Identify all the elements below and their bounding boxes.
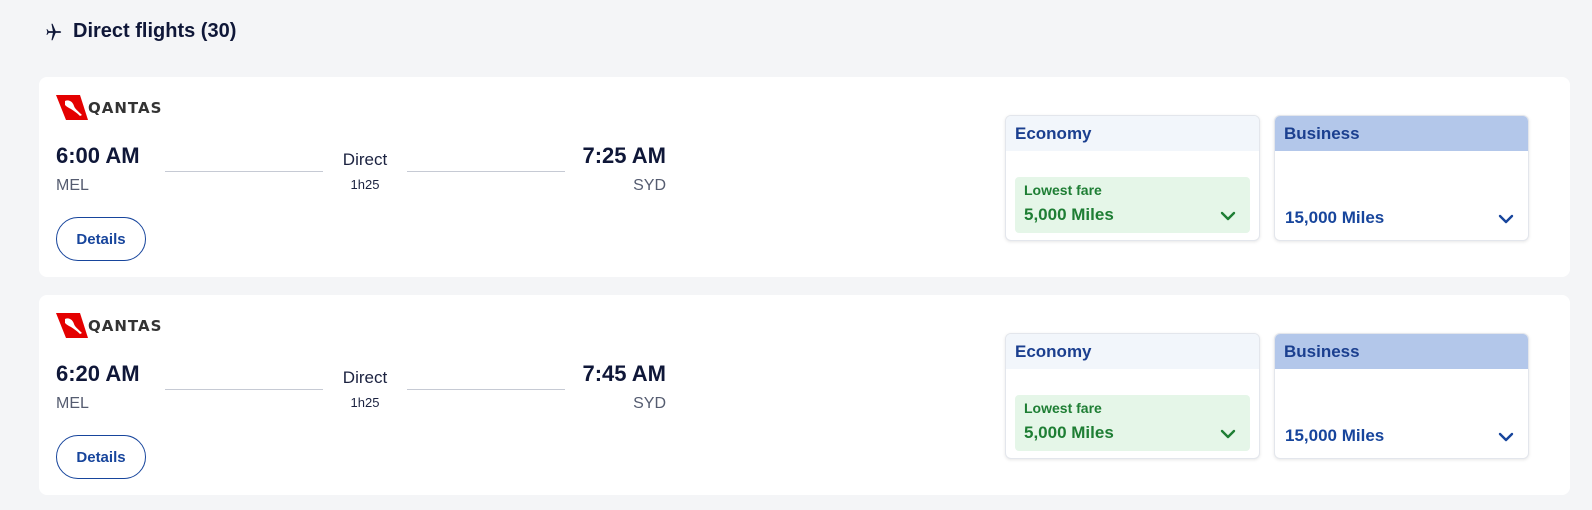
qantas-kangaroo-icon <box>56 313 88 338</box>
chevron-down-icon[interactable] <box>1220 426 1236 442</box>
fare-price: 5,000 Miles <box>1024 423 1114 442</box>
lowest-fare-box: Lowest fare 5,000 Miles <box>1015 177 1250 233</box>
fare-price: 15,000 Miles <box>1285 426 1385 445</box>
section-title: Direct flights (30) <box>73 20 237 42</box>
economy-fare-card[interactable]: Economy Lowest fare 5,000 Miles <box>1005 115 1260 241</box>
lowest-fare-box: Lowest fare 5,000 Miles <box>1015 395 1250 451</box>
flight-card: QANTAS 6:00 AM MEL Direct 1h25 7:25 AM S… <box>39 77 1570 277</box>
route-line <box>165 171 323 172</box>
business-fare-card[interactable]: Business 15,000 Miles <box>1274 115 1529 241</box>
economy-fare-card[interactable]: Economy Lowest fare 5,000 Miles <box>1005 333 1260 459</box>
fare-class-label: Business <box>1275 334 1528 369</box>
airline-name: QANTAS <box>88 98 163 117</box>
lowest-fare-badge: Lowest fare <box>1024 182 1102 198</box>
chevron-down-icon[interactable] <box>1498 211 1514 227</box>
lowest-fare-badge: Lowest fare <box>1024 400 1102 416</box>
arrive-airport: SYD <box>633 177 666 194</box>
fare-price: 15,000 Miles <box>1285 208 1385 227</box>
route-line <box>407 171 565 172</box>
chevron-down-icon[interactable] <box>1498 429 1514 445</box>
airline-logo: QANTAS <box>56 313 162 338</box>
fare-class-label: Economy <box>1006 334 1259 369</box>
arrive-time: 7:25 AM <box>582 143 666 168</box>
chevron-down-icon[interactable] <box>1220 208 1236 224</box>
arrive-time: 7:45 AM <box>582 361 666 386</box>
route-line <box>407 389 565 390</box>
airline-name: QANTAS <box>88 316 163 335</box>
fare-price: 5,000 Miles <box>1024 205 1114 224</box>
airline-logo: QANTAS <box>56 95 162 120</box>
arrive-airport: SYD <box>633 395 666 412</box>
qantas-kangaroo-icon <box>56 95 88 120</box>
route-line <box>165 389 323 390</box>
business-fare-card[interactable]: Business 15,000 Miles <box>1274 333 1529 459</box>
details-button[interactable]: Details <box>56 435 146 479</box>
fare-class-label: Business <box>1275 116 1528 151</box>
details-button[interactable]: Details <box>56 217 146 261</box>
section-header: Direct flights (30) <box>41 20 236 43</box>
fare-class-label: Economy <box>1006 116 1259 151</box>
flight-card: QANTAS 6:20 AM MEL Direct 1h25 7:45 AM S… <box>39 295 1570 495</box>
plane-icon <box>46 23 62 40</box>
